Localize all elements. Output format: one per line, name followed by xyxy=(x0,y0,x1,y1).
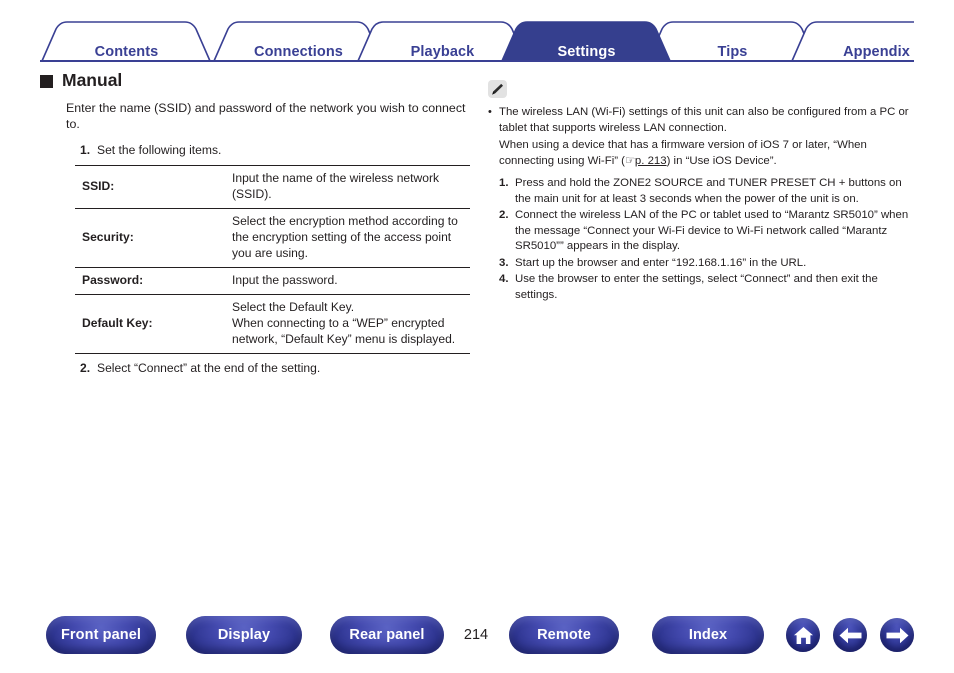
tab-label-settings: Settings xyxy=(557,44,616,60)
page-reference[interactable]: ☞p. 213 xyxy=(625,155,667,167)
step-1: 1. Set the following items. xyxy=(80,143,470,159)
bullet-dot-icon: • xyxy=(488,106,492,118)
forward-arrow-glyph xyxy=(886,627,908,643)
note-bullet-body: The wireless LAN (Wi-Fi) settings of thi… xyxy=(499,105,916,172)
square-bullet-icon xyxy=(40,75,53,89)
page-number: 214 xyxy=(463,627,489,643)
back-arrow-icon[interactable] xyxy=(833,618,867,652)
step-1-number: 1. xyxy=(80,142,91,157)
right-step-4-text: Use the browser to enter the settings, s… xyxy=(515,273,878,301)
table-row: Default Key: Select the Default Key. Whe… xyxy=(75,294,470,354)
table-value-ssid: Input the name of the wireless network (… xyxy=(232,171,440,202)
right-step-3: 3. Start up the browser and enter “192.1… xyxy=(499,256,916,272)
right-step-3-text: Start up the browser and enter “192.168.… xyxy=(515,256,807,269)
table-value-password: Input the password. xyxy=(232,273,338,288)
note-line-2: When using a device that has a firmware … xyxy=(499,138,916,170)
table-row: Password: Input the password. xyxy=(75,267,470,295)
default-key-line-2: When connecting to a “WEP” encrypted net… xyxy=(232,316,456,347)
note-bullet: • The wireless LAN (Wi-Fi) settings of t… xyxy=(488,105,916,172)
right-step-1-text: Press and hold the ZONE2 SOURCE and TUNE… xyxy=(515,177,902,205)
index-button[interactable]: Index xyxy=(652,616,764,654)
section-heading: Manual xyxy=(40,70,470,90)
right-step-2-number: 2. xyxy=(499,209,509,222)
left-content-column: Manual Enter the name (SSID) and passwor… xyxy=(40,70,470,381)
table-value-default-key: Select the Default Key. When connecting … xyxy=(232,295,470,354)
right-step-1: 1. Press and hold the ZONE2 SOURCE and T… xyxy=(499,176,916,207)
right-step-1-number: 1. xyxy=(499,177,509,190)
right-step-4-number: 4. xyxy=(499,273,509,286)
pencil-icon xyxy=(488,80,507,98)
tab-label-contents: Contents xyxy=(94,44,159,60)
right-content-column: • The wireless LAN (Wi-Fi) settings of t… xyxy=(488,80,916,304)
table-key-default-key: Default Key: xyxy=(82,316,153,331)
table-row: SSID: Input the name of the wireless net… xyxy=(75,165,470,209)
tab-label-appendix: Appendix xyxy=(843,44,910,60)
note-line-2-post: ) in “Use iOS Device”. xyxy=(666,155,777,168)
right-step-4: 4. Use the browser to enter the settings… xyxy=(499,272,916,303)
tab-label-playback: Playback xyxy=(410,44,475,60)
right-step-2: 2. Connect the wireless LAN of the PC or… xyxy=(499,208,916,255)
right-step-3-number: 3. xyxy=(499,256,509,269)
forward-arrow-icon[interactable] xyxy=(880,618,914,652)
table-key-security: Security: xyxy=(82,230,134,245)
footer-nav-bar: Front panel Display Rear panel 214 Remot… xyxy=(0,616,954,661)
front-panel-button[interactable]: Front panel xyxy=(46,616,156,654)
page-reference-link[interactable]: p. 213 xyxy=(635,155,667,167)
pointing-hand-icon: ☞ xyxy=(624,155,635,168)
primary-tab-bar[interactable]: Contents Connections Playback Settings T… xyxy=(40,20,914,62)
remote-button[interactable]: Remote xyxy=(509,616,619,654)
table-value-security: Select the encryption method according t… xyxy=(232,214,458,261)
tab-label-connections: Connections xyxy=(254,44,343,60)
home-glyph xyxy=(793,626,813,644)
step-2: 2. Select “Connect” at the end of the se… xyxy=(80,361,470,377)
intro-paragraph: Enter the name (SSID) and password of th… xyxy=(66,100,466,132)
note-line-1: The wireless LAN (Wi-Fi) settings of thi… xyxy=(499,106,909,134)
table-key-ssid: SSID: xyxy=(82,179,115,194)
back-arrow-glyph xyxy=(839,627,861,643)
default-key-line-1: Select the Default Key. xyxy=(232,300,355,315)
rear-panel-button[interactable]: Rear panel xyxy=(330,616,444,654)
step-1-text: Set the following items. xyxy=(97,142,222,157)
table-row: Security: Select the encryption method a… xyxy=(75,208,470,268)
step-2-number: 2. xyxy=(80,361,91,376)
section-heading-text: Manual xyxy=(62,70,123,90)
home-icon[interactable] xyxy=(786,618,820,652)
right-step-2-text: Connect the wireless LAN of the PC or ta… xyxy=(515,209,909,253)
table-key-password: Password: xyxy=(82,273,144,288)
tab-label-tips: Tips xyxy=(717,44,748,60)
pencil-glyph xyxy=(492,83,503,95)
display-button[interactable]: Display xyxy=(186,616,302,654)
step-2-text: Select “Connect” at the end of the setti… xyxy=(97,361,321,376)
right-steps-list: 1. Press and hold the ZONE2 SOURCE and T… xyxy=(499,176,916,303)
settings-items-table: SSID: Input the name of the wireless net… xyxy=(75,165,470,354)
